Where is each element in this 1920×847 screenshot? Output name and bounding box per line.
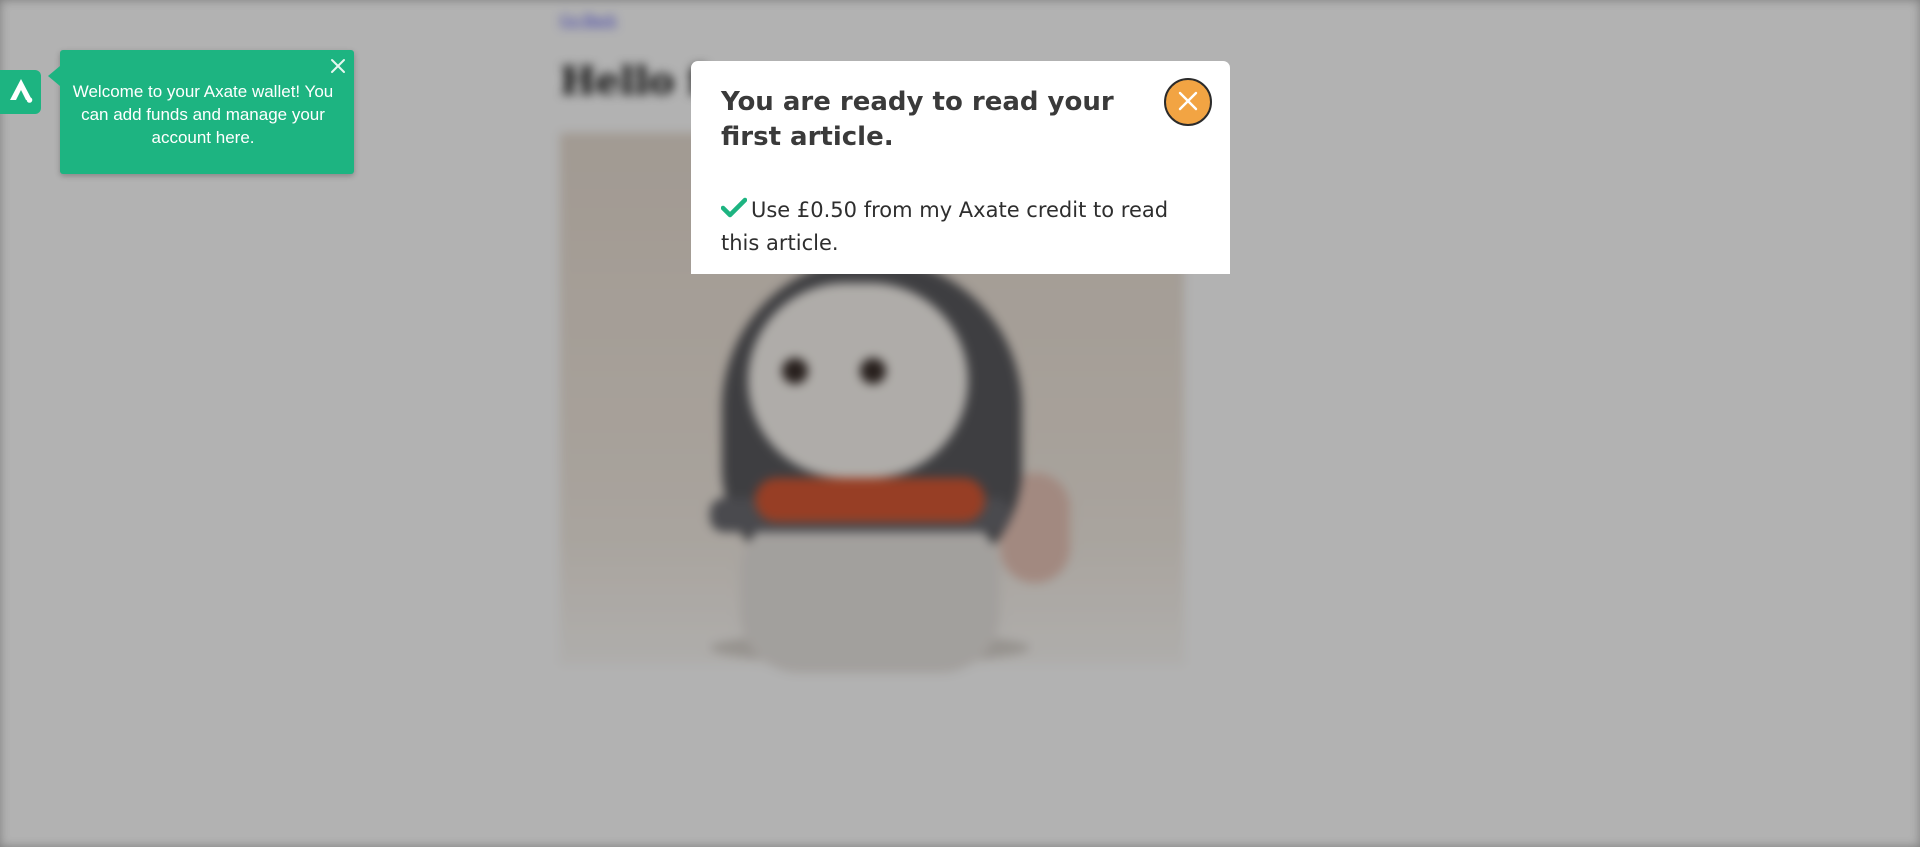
axate-logo-icon xyxy=(7,76,35,108)
read-article-modal: You are ready to read your first article… xyxy=(691,61,1230,274)
tooltip-close-button[interactable] xyxy=(326,54,350,78)
modal-title: You are ready to read your first article… xyxy=(721,87,1114,152)
modal-close-button[interactable] xyxy=(1164,78,1212,126)
wallet-welcome-tooltip: Welcome to your Axate wallet! You can ad… xyxy=(48,50,354,174)
close-icon xyxy=(1175,88,1201,117)
checkmark-icon xyxy=(720,197,748,228)
use-credit-option[interactable]: Use £0.50 from my Axate credit to read t… xyxy=(720,195,1201,259)
axate-wallet-button[interactable] xyxy=(0,70,41,114)
tooltip-message: Welcome to your Axate wallet! You can ad… xyxy=(72,82,334,147)
close-icon xyxy=(326,59,350,81)
use-credit-label: Use £0.50 from my Axate credit to read t… xyxy=(721,198,1169,255)
